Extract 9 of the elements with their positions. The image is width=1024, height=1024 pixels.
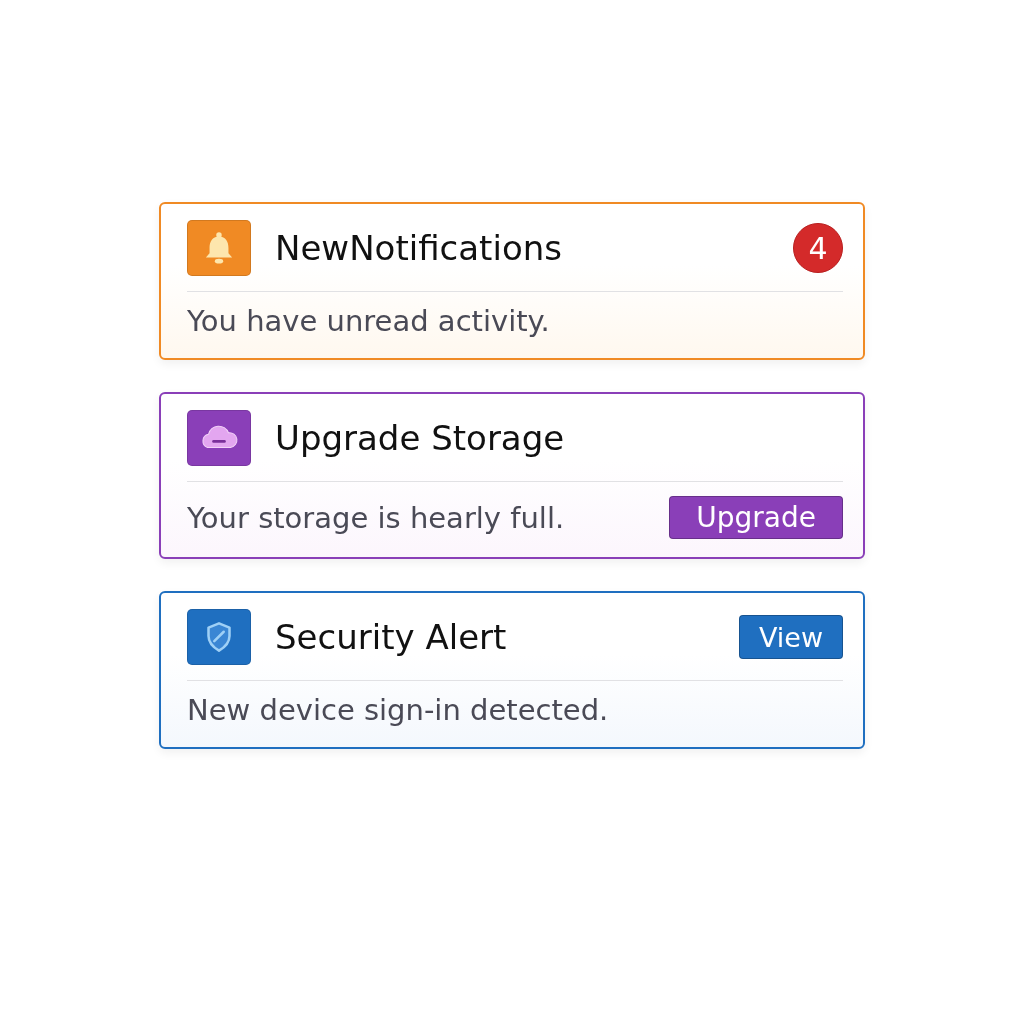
card-message: Your storage is hearly full. — [187, 499, 565, 536]
card-title: Security Alert — [275, 616, 508, 658]
card-message: New device sign-in detected. — [187, 692, 609, 728]
view-button[interactable]: View — [738, 615, 843, 659]
card-title: Upgrade Storage — [275, 417, 566, 459]
card-title: NewNotifications — [275, 227, 563, 269]
card-message: You have unread activity. — [187, 303, 550, 339]
count-badge: 4 — [793, 223, 843, 273]
upgrade-button[interactable]: Upgrade — [669, 496, 843, 539]
